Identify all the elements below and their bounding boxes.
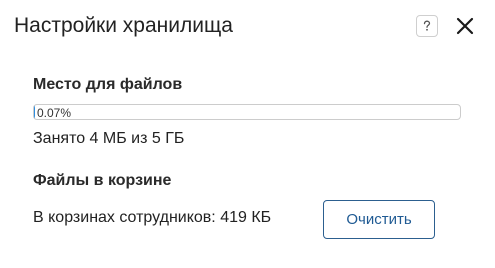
dialog-title: Настройки хранилища [14,14,233,37]
help-button[interactable] [416,15,438,37]
close-button[interactable] [454,15,476,37]
storage-section-title: Место для файлов [33,76,183,93]
clear-trash-button[interactable]: Очистить [323,200,435,239]
storage-progress-text: 0.07% [37,106,72,120]
storage-settings-dialog: Настройки хранилища Место для файлов 0.0… [0,0,495,268]
storage-progress-bar: 0.07% [33,104,461,120]
question-mark-icon [423,20,431,31]
storage-usage-text: Занято 4 МБ из 5 ГБ [33,130,185,147]
trash-info-text: В корзинах сотрудников: 419 КБ [33,209,272,226]
trash-section-title: Файлы в корзине [33,172,172,189]
close-x-icon [456,17,474,35]
